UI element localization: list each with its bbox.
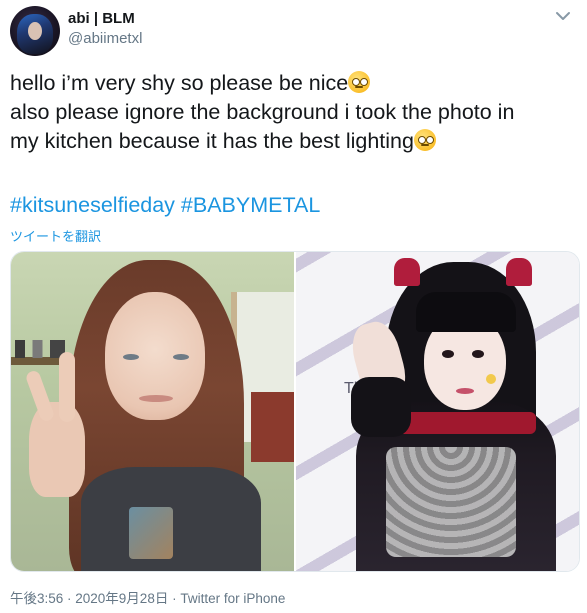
woozy-face-emoji-icon (413, 129, 436, 151)
pleading-face-emoji-icon (348, 71, 371, 93)
display-name[interactable]: abi | BLM (68, 10, 135, 27)
source-link[interactable]: Twitter for iPhone (180, 591, 285, 606)
hashtag-link[interactable]: #kitsuneselfieday (10, 193, 175, 217)
hashtag-link[interactable]: #BABYMETAL (181, 193, 320, 217)
photo-selfie[interactable] (11, 252, 294, 571)
photo-babymetal[interactable]: The (296, 252, 579, 571)
meta-separator: · (168, 591, 181, 606)
user-handle[interactable]: @abiimetxl (68, 30, 142, 47)
timestamp[interactable]: 午後3:56 · 2020年9月28日 (10, 591, 168, 606)
tweet-line-1-text: hello i’m very shy so please be nice (10, 71, 349, 95)
tweet-meta: 午後3:56 · 2020年9月28日 · Twitter for iPhone (10, 587, 285, 607)
avatar-face (28, 22, 42, 40)
translate-tweet-link[interactable]: ツイートを翻訳 (10, 226, 101, 245)
media-grid: The (10, 251, 580, 572)
hashtags: #kitsuneselfieday #BABYMETAL (10, 193, 320, 218)
avatar[interactable] (10, 6, 60, 56)
tweet-line-1: hello i’m very shy so please be nice (10, 69, 578, 98)
tweet-line-3: my kitchen because it has the best light… (10, 127, 578, 156)
tweet-line-2: also please ignore the background i took… (10, 100, 515, 124)
tweet: abi | BLM @abiimetxl hello i’m very shy … (0, 0, 587, 613)
chevron-down-icon[interactable] (553, 6, 573, 26)
tweet-text: hello i’m very shy so please be nice als… (10, 69, 578, 156)
tweet-line-3-text: my kitchen because it has the best light… (10, 129, 414, 153)
